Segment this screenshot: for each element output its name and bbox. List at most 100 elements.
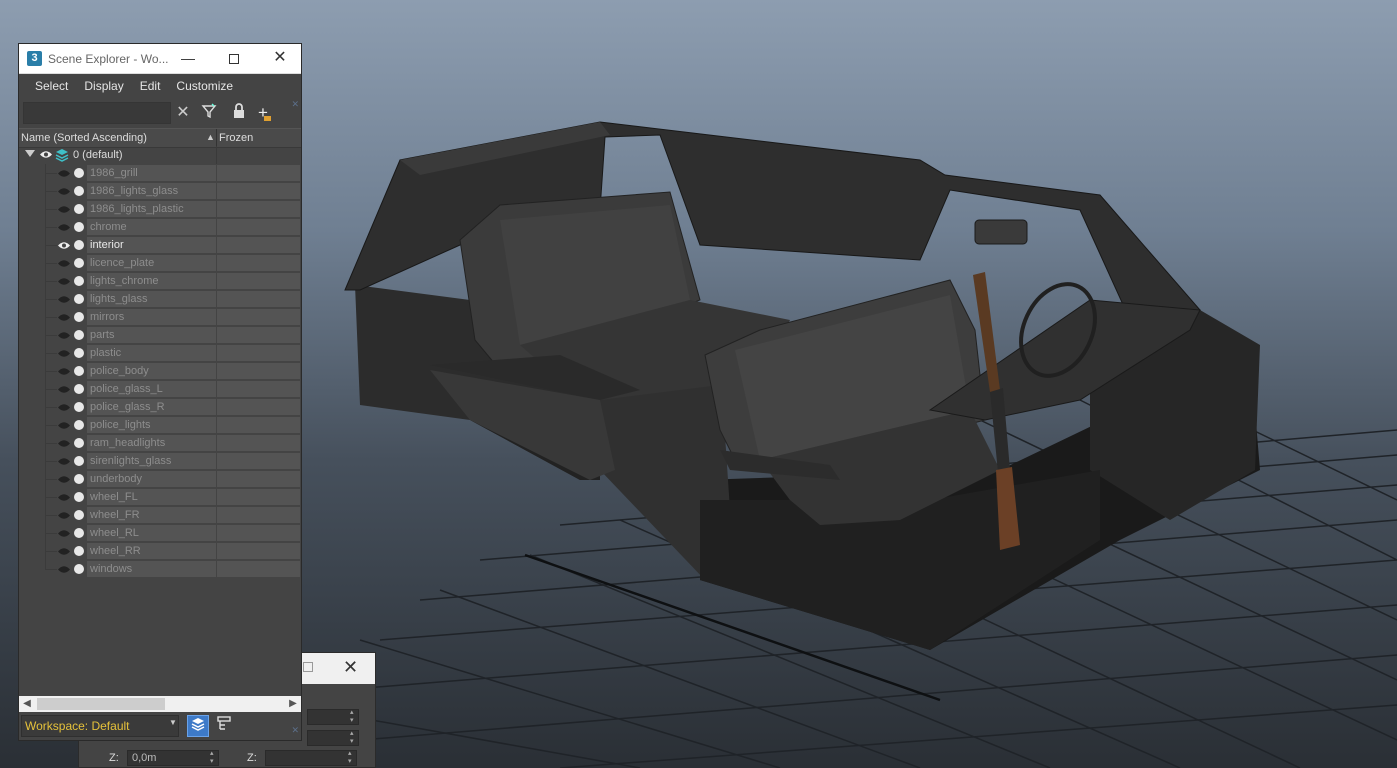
frozen-cell[interactable] xyxy=(217,471,300,487)
frozen-cell[interactable] xyxy=(217,543,300,559)
add-layer-icon[interactable]: + xyxy=(253,103,273,123)
horizontal-scrollbar[interactable]: ◀ ▶ xyxy=(19,696,301,712)
object-row[interactable]: sirenlights_glass xyxy=(19,452,301,470)
coord-spinner-1[interactable] xyxy=(307,709,359,725)
eye-hidden-icon[interactable] xyxy=(57,511,71,523)
eye-hidden-icon[interactable] xyxy=(57,205,71,217)
minimize-button[interactable]: — xyxy=(165,44,211,74)
render-dot-icon[interactable] xyxy=(74,402,84,412)
eye-hidden-icon[interactable] xyxy=(57,547,71,559)
object-row[interactable]: plastic xyxy=(19,344,301,362)
menu-select[interactable]: Select xyxy=(27,79,76,93)
expand-triangle-icon[interactable] xyxy=(25,150,35,157)
object-row[interactable]: chrome xyxy=(19,218,301,236)
frozen-cell[interactable] xyxy=(217,435,300,451)
eye-hidden-icon[interactable] xyxy=(57,475,71,487)
eye-hidden-icon[interactable] xyxy=(57,367,71,379)
frozen-cell[interactable] xyxy=(216,146,300,164)
close-icon[interactable]: ✕ xyxy=(343,657,358,678)
frozen-cell[interactable] xyxy=(217,219,300,235)
eye-hidden-icon[interactable] xyxy=(57,277,71,289)
layer-row-default[interactable]: 0 (default) xyxy=(19,146,301,164)
eye-hidden-icon[interactable] xyxy=(57,421,71,433)
object-row[interactable]: wheel_FL xyxy=(19,488,301,506)
eye-hidden-icon[interactable] xyxy=(57,565,71,577)
render-dot-icon[interactable] xyxy=(74,528,84,538)
z-spinner[interactable]: 0,0m xyxy=(127,750,219,766)
render-dot-icon[interactable] xyxy=(74,186,84,196)
menu-customize[interactable]: Customize xyxy=(168,79,241,93)
render-dot-icon[interactable] xyxy=(74,258,84,268)
column-frozen-header[interactable]: Frozen xyxy=(219,132,253,144)
eye-hidden-icon[interactable] xyxy=(57,259,71,271)
frozen-cell[interactable] xyxy=(217,309,300,325)
pin-bottom-icon[interactable]: ✕ xyxy=(291,725,299,736)
eye-hidden-icon[interactable] xyxy=(57,385,71,397)
frozen-cell[interactable] xyxy=(217,489,300,505)
object-row[interactable]: 1986_grill xyxy=(19,164,301,182)
coord-spinner-2[interactable] xyxy=(307,730,359,746)
maximize-icon[interactable] xyxy=(303,662,313,672)
scroll-left-icon[interactable]: ◀ xyxy=(19,696,35,712)
render-dot-icon[interactable] xyxy=(74,474,84,484)
frozen-cell[interactable] xyxy=(217,273,300,289)
eye-hidden-icon[interactable] xyxy=(57,295,71,307)
frozen-cell[interactable] xyxy=(217,363,300,379)
object-row[interactable]: police_glass_L xyxy=(19,380,301,398)
render-dot-icon[interactable] xyxy=(74,348,84,358)
render-dot-icon[interactable] xyxy=(74,492,84,502)
eye-hidden-icon[interactable] xyxy=(57,439,71,451)
scroll-right-icon[interactable]: ▶ xyxy=(285,696,301,712)
menu-display[interactable]: Display xyxy=(76,79,131,93)
object-row[interactable]: underbody xyxy=(19,470,301,488)
render-dot-icon[interactable] xyxy=(74,438,84,448)
object-row[interactable]: 1986_lights_glass xyxy=(19,182,301,200)
render-dot-icon[interactable] xyxy=(74,204,84,214)
render-dot-icon[interactable] xyxy=(74,420,84,430)
eye-icon[interactable] xyxy=(39,150,53,162)
eye-hidden-icon[interactable] xyxy=(57,403,71,415)
frozen-cell[interactable] xyxy=(217,345,300,361)
render-dot-icon[interactable] xyxy=(74,294,84,304)
render-dot-icon[interactable] xyxy=(74,564,84,574)
eye-hidden-icon[interactable] xyxy=(57,529,71,541)
chevron-down-icon[interactable]: ▼ xyxy=(169,718,177,727)
object-row[interactable]: windows xyxy=(19,560,301,578)
close-button[interactable]: ✕ xyxy=(257,44,303,74)
object-row[interactable]: wheel_RR xyxy=(19,542,301,560)
render-dot-icon[interactable] xyxy=(74,276,84,286)
render-dot-icon[interactable] xyxy=(74,312,84,322)
object-row[interactable]: police_body xyxy=(19,362,301,380)
eye-hidden-icon[interactable] xyxy=(57,223,71,235)
hierarchy-button[interactable] xyxy=(213,715,235,737)
eye-hidden-icon[interactable] xyxy=(57,169,71,181)
maximize-button[interactable] xyxy=(211,44,257,74)
frozen-cell[interactable] xyxy=(217,255,300,271)
column-name-header[interactable]: Name (Sorted Ascending) xyxy=(21,132,147,144)
frozen-cell[interactable] xyxy=(217,183,300,199)
object-row[interactable]: parts xyxy=(19,326,301,344)
eye-hidden-icon[interactable] xyxy=(57,331,71,343)
object-row[interactable]: licence_plate xyxy=(19,254,301,272)
render-dot-icon[interactable] xyxy=(74,168,84,178)
frozen-cell[interactable] xyxy=(217,201,300,217)
object-row[interactable]: police_lights xyxy=(19,416,301,434)
clear-search-icon[interactable]: ✕ xyxy=(173,103,193,123)
frozen-cell[interactable] xyxy=(217,381,300,397)
frozen-cell[interactable] xyxy=(217,327,300,343)
frozen-cell[interactable] xyxy=(217,237,300,253)
object-row[interactable]: 1986_lights_plastic xyxy=(19,200,301,218)
frozen-cell[interactable] xyxy=(217,453,300,469)
menu-edit[interactable]: Edit xyxy=(132,79,169,93)
object-row[interactable]: police_glass_R xyxy=(19,398,301,416)
object-row[interactable]: mirrors xyxy=(19,308,301,326)
render-dot-icon[interactable] xyxy=(74,222,84,232)
render-dot-icon[interactable] xyxy=(74,330,84,340)
pin-icon[interactable]: ✕ xyxy=(291,99,299,110)
z-spinner-2[interactable] xyxy=(265,750,357,766)
frozen-cell[interactable] xyxy=(217,399,300,415)
render-dot-icon[interactable] xyxy=(74,240,84,250)
object-row[interactable]: lights_chrome xyxy=(19,272,301,290)
frozen-cell[interactable] xyxy=(217,561,300,577)
object-row[interactable]: wheel_FR xyxy=(19,506,301,524)
